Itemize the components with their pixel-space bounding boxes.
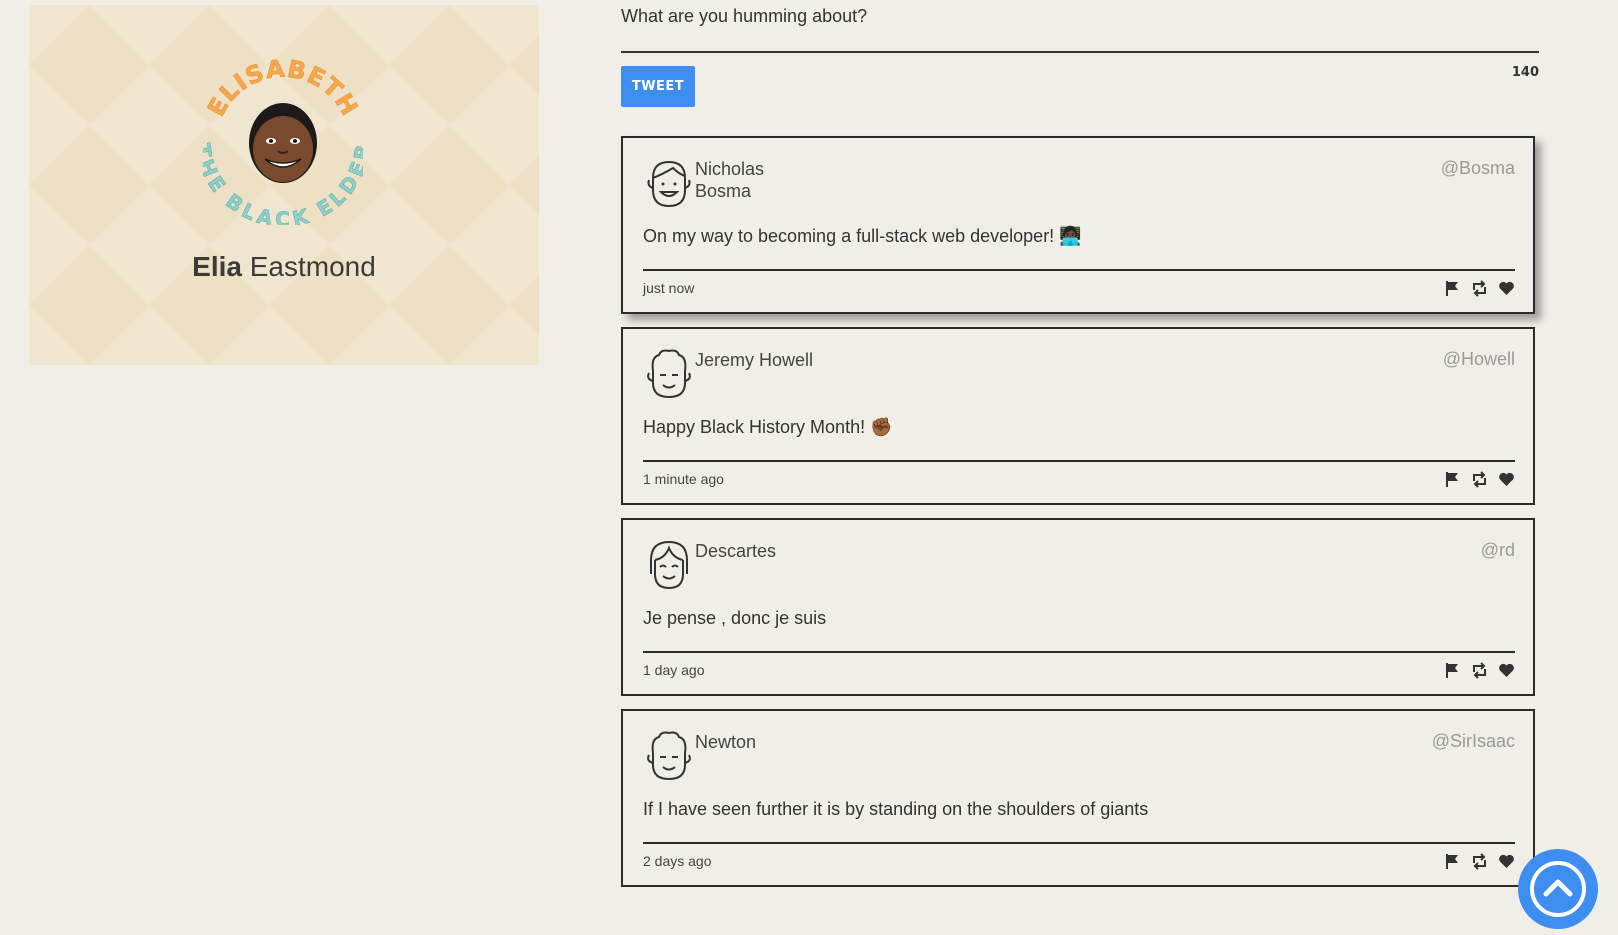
- compose-input[interactable]: What are you humming about?: [621, 6, 867, 27]
- tweet-content: Happy Black History Month! ✊🏾: [643, 417, 893, 437]
- tweet-card: Newton @SirIsaac If I have seen further …: [621, 709, 1535, 887]
- tweet-author-name: Nicholas Bosma: [695, 159, 765, 201]
- tweet-author-name: Newton: [695, 732, 757, 752]
- tweet-timestamp: 2 days ago: [643, 853, 712, 869]
- character-counter: 140: [1511, 65, 1539, 80]
- profile-name: Elia Eastmond: [29, 251, 539, 283]
- profile-last-name: Eastmond: [249, 251, 376, 282]
- tweet-actions: [1444, 280, 1515, 297]
- curly-hair-avatar-icon: [647, 731, 691, 781]
- tweet-divider: [643, 269, 1515, 271]
- woman-avatar-icon: [650, 540, 688, 590]
- tweet-actions: [1444, 662, 1515, 679]
- tweet-content: Je pense , donc je suis: [643, 608, 827, 628]
- chevron-up-icon: [1530, 861, 1586, 917]
- man-avatar-icon: [647, 160, 691, 208]
- flag-icon[interactable]: [1444, 471, 1461, 488]
- retweet-icon[interactable]: [1471, 662, 1488, 679]
- curly-hair-avatar-icon: [647, 349, 691, 399]
- tweet-author-handle[interactable]: @rd: [1481, 540, 1515, 561]
- tweet-author-name: Descartes: [695, 541, 777, 561]
- tweet-author-name: Jeremy Howell: [695, 350, 814, 370]
- tweet-button[interactable]: Tweet: [621, 66, 695, 107]
- tweet-content: On my way to becoming a full-stack web d…: [643, 226, 1082, 246]
- retweet-icon[interactable]: [1471, 853, 1488, 870]
- tweet-author-handle[interactable]: @Bosma: [1441, 158, 1515, 179]
- compose-underline: [621, 51, 1539, 53]
- profile-avatar-logo: ELISABETH THE BLACK ELDER: [203, 55, 363, 225]
- retweet-icon[interactable]: [1471, 280, 1488, 297]
- heart-icon[interactable]: [1498, 662, 1515, 679]
- tweet-timestamp: 1 day ago: [643, 662, 705, 678]
- tweet-card: Nicholas Bosma @Bosma On my way to becom…: [621, 136, 1535, 314]
- flag-icon[interactable]: [1444, 280, 1461, 297]
- tweet-actions: [1444, 471, 1515, 488]
- tweet-card: Descartes @rd Je pense , donc je suis 1 …: [621, 518, 1535, 696]
- tweet-divider: [643, 651, 1515, 653]
- profile-card: ELISABETH THE BLACK ELDER Elia Eastmond: [29, 5, 539, 365]
- tweet-content: If I have seen further it is by standing…: [643, 799, 1149, 819]
- tweet-divider: [643, 460, 1515, 462]
- tweet-timestamp: 1 minute ago: [643, 471, 724, 487]
- scroll-to-top-button[interactable]: [1518, 849, 1598, 929]
- flag-icon[interactable]: [1444, 662, 1461, 679]
- tweet-divider: [643, 842, 1515, 844]
- heart-icon[interactable]: [1498, 280, 1515, 297]
- tweet-author-handle[interactable]: @SirIsaac: [1432, 731, 1515, 752]
- face-illustration: [249, 103, 317, 183]
- heart-icon[interactable]: [1498, 853, 1515, 870]
- flag-icon[interactable]: [1444, 853, 1461, 870]
- tweet-timestamp: just now: [643, 280, 695, 296]
- tweet-card: Jeremy Howell @Howell Happy Black Histor…: [621, 327, 1535, 505]
- profile-first-name: Elia: [192, 251, 242, 282]
- retweet-icon[interactable]: [1471, 471, 1488, 488]
- tweet-actions: [1444, 853, 1515, 870]
- tweet-author-handle[interactable]: @Howell: [1443, 349, 1515, 370]
- heart-icon[interactable]: [1498, 471, 1515, 488]
